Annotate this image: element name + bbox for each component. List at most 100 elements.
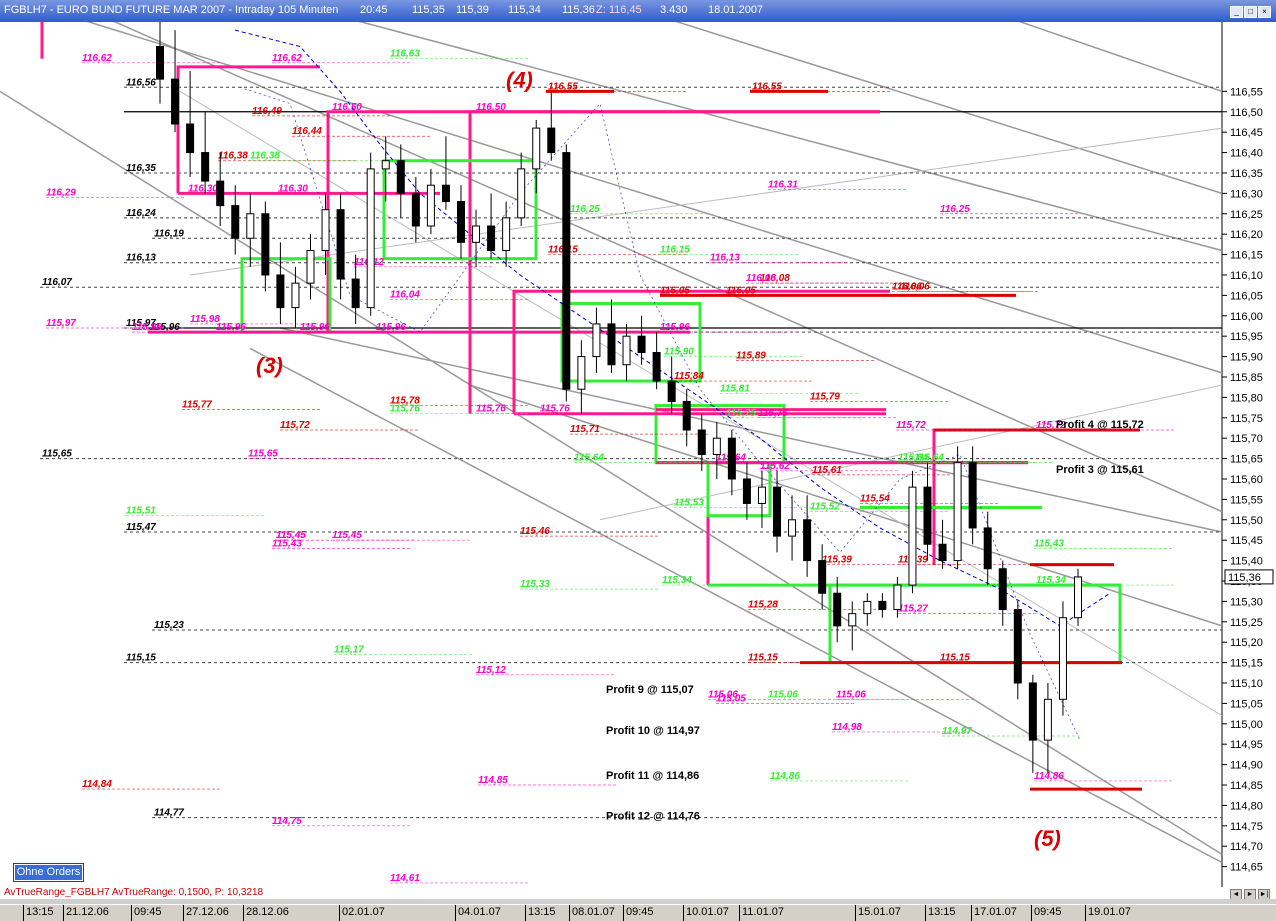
y-tick-label: 116,25: [1230, 209, 1263, 221]
x-tick-mark: [971, 905, 972, 921]
y-tick-label: 115,20: [1230, 637, 1263, 649]
candle-body: [426, 184, 435, 227]
level-label: 116,55: [752, 81, 782, 92]
x-tick-label: 19.01.07: [1088, 906, 1131, 918]
level-label: 116,55: [548, 81, 578, 92]
candle-body: [893, 584, 902, 611]
candle-body: [577, 356, 586, 390]
candle-body: [682, 400, 691, 431]
candle-body: [366, 168, 375, 309]
candle-body: [667, 380, 676, 402]
level-label: 115,17: [334, 644, 364, 655]
x-tick-label: 09:45: [626, 906, 654, 918]
price-chart[interactable]: 116,55 116,50 116,45 116,40 116,35 116,30 116,…: [0, 22, 1276, 887]
level-label: 116,05: [660, 285, 690, 296]
x-tick-mark: [339, 905, 340, 921]
candle-body: [1028, 682, 1037, 741]
candle-body: [517, 168, 526, 219]
candle-body: [998, 568, 1007, 611]
maximize-icon[interactable]: □: [1244, 6, 1257, 18]
candle-body: [818, 560, 827, 594]
candle-body: [456, 201, 465, 243]
candle-body: [487, 225, 496, 251]
indicator-label: AvTrueRange_FGBLH7 AvTrueRange: 0,1500, …: [4, 887, 264, 898]
candle-body: [773, 486, 782, 537]
y-tick-label: 115,10: [1230, 678, 1263, 690]
level-label: 115,76: [540, 404, 570, 415]
y-tick-label: 115,60: [1230, 474, 1263, 486]
window-title: FGBLH7 - EURO BUND FUTURE MAR 2007 - Int…: [4, 4, 339, 16]
candle-body: [246, 213, 255, 239]
y-tick-label: 116,55: [1230, 86, 1263, 98]
level-label: 115,05: [716, 693, 746, 704]
level-label: 115,96: [300, 322, 330, 333]
level-label: 116,08: [746, 273, 776, 284]
level-label: 115,77: [182, 400, 212, 411]
x-tick-mark: [63, 905, 64, 921]
y-tick-label: 115,50: [1230, 515, 1263, 527]
x-tick-label: 13:15: [528, 906, 556, 918]
x-tick-label: 04.01.07: [458, 906, 501, 918]
level-label: 115,90: [664, 347, 694, 358]
level-label: 115,84: [674, 371, 704, 382]
x-tick-mark: [23, 905, 24, 921]
candle-body: [803, 519, 812, 562]
candle-body: [652, 351, 661, 382]
level-label: 115,43: [272, 538, 302, 549]
quote-volume: 3.430: [660, 4, 688, 16]
quote-low: 115,34: [508, 4, 541, 16]
profit-target-label: Profit 11 @ 114,86: [606, 770, 699, 782]
candle-body: [637, 335, 646, 353]
level-label: 115,65: [248, 449, 278, 460]
y-tick-label: 115,80: [1230, 392, 1263, 404]
x-tick-mark: [683, 905, 684, 921]
minimize-icon[interactable]: _: [1230, 6, 1243, 18]
y-tick-label: 115,95: [1230, 331, 1263, 343]
level-label: 116,50: [476, 102, 506, 113]
y-tick-label: 116,05: [1230, 290, 1263, 302]
x-tick-mark: [183, 905, 184, 921]
level-label: 115,28: [748, 600, 778, 611]
indicator-value: AvTrueRange: 0,1500: [111, 887, 210, 898]
close-icon[interactable]: ×: [1258, 6, 1271, 18]
profit-target-label: Profit 10 @ 114,97: [606, 725, 700, 737]
level-label: 115,39: [822, 555, 852, 566]
candle-body: [472, 225, 481, 243]
x-tick-label: 09:45: [1034, 906, 1062, 918]
x-tick-label: 08.01.07: [572, 906, 615, 918]
candle-body: [186, 123, 195, 154]
candle-body: [1013, 609, 1022, 684]
y-tick-label: 116,45: [1230, 127, 1263, 139]
level-label: 115,76: [390, 404, 420, 415]
wave-label: (5): [1034, 826, 1061, 851]
level-label: 115,89: [736, 351, 766, 362]
x-tick-label: 17.01.07: [974, 906, 1017, 918]
candle-body: [908, 486, 917, 586]
x-tick-label: 13:15: [928, 906, 956, 918]
level-label: 114,86: [770, 771, 800, 782]
level-label: 116,63: [390, 49, 420, 60]
level-label: 114,61: [390, 873, 420, 884]
y-tick-label: 116,50: [1230, 107, 1263, 119]
level-label: 115,96: [132, 322, 162, 333]
window-titlebar: FGBLH7 - EURO BUND FUTURE MAR 2007 - Int…: [0, 0, 1276, 22]
candle-body: [276, 274, 285, 309]
level-label: 115,64: [574, 453, 604, 464]
quote-high: 115,39: [456, 4, 489, 16]
orders-button[interactable]: Ohne Orders: [13, 863, 84, 882]
horizontal-scrollbar[interactable]: [0, 899, 1276, 904]
y-tick-label: 115,90: [1230, 352, 1263, 364]
candle-body: [201, 152, 210, 182]
candle-body: [216, 180, 225, 207]
level-label: 115,34: [662, 575, 692, 586]
y-tick-label: 116,15: [1230, 250, 1263, 262]
candle-body: [757, 486, 766, 504]
level-label: 116,30: [278, 183, 308, 194]
y-tick-label: 115,55: [1230, 494, 1263, 506]
level-label: 115,45: [332, 530, 362, 541]
candle-body: [351, 278, 360, 309]
candle-body: [1058, 617, 1067, 700]
y-tick-label: 114,65: [1230, 862, 1263, 874]
x-tick-mark: [131, 905, 132, 921]
level-label: 115,72: [896, 420, 926, 431]
